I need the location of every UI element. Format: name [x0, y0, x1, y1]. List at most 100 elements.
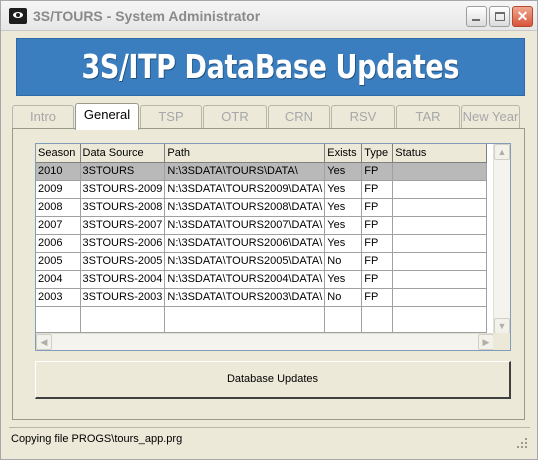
vertical-scrollbar[interactable]: ▲ ▼	[493, 144, 510, 334]
cell-status[interactable]	[392, 180, 488, 199]
title-bar[interactable]: 3S/TOURS - System Administrator ✕	[1, 1, 537, 31]
cell-exists[interactable]: Yes	[324, 216, 363, 235]
cell-status[interactable]	[392, 270, 488, 289]
cell-exists[interactable]: Yes	[324, 270, 363, 289]
resize-grip-icon[interactable]	[516, 437, 528, 449]
cell-empty[interactable]	[392, 306, 488, 333]
cell-data-source[interactable]: 3STOURS-2007	[80, 216, 166, 235]
cell-season[interactable]: 2004	[36, 270, 81, 289]
database-grid[interactable]: Season Data Source Path Exists Type Stat…	[35, 143, 511, 351]
cell-type[interactable]: FP	[361, 198, 394, 217]
chevron-down-icon: ▼	[497, 321, 507, 331]
cell-type[interactable]: FP	[361, 216, 394, 235]
cell-path[interactable]: N:\3SDATA\TOURS2009\DATA\	[164, 180, 326, 199]
cell-empty[interactable]	[164, 306, 326, 333]
cell-path[interactable]: N:\3SDATA\TOURS2003\DATA\	[164, 288, 326, 307]
scroll-left-button[interactable]: ◀	[36, 334, 52, 350]
cell-data-source[interactable]: 3STOURS-2008	[80, 198, 166, 217]
cell-season[interactable]: 2010	[36, 162, 81, 181]
cell-type[interactable]: FP	[361, 270, 394, 289]
chevron-right-icon: ▶	[482, 337, 490, 347]
column-header-exists[interactable]: Exists	[324, 144, 363, 163]
tab-rsv[interactable]: RSV	[331, 105, 395, 129]
cell-season[interactable]: 2006	[36, 234, 81, 253]
app-eye-icon[interactable]	[9, 8, 27, 24]
chevron-up-icon: ▲	[497, 147, 507, 157]
scroll-down-button[interactable]: ▼	[494, 318, 510, 334]
cell-status[interactable]	[392, 162, 488, 181]
cell-path[interactable]: N:\3SDATA\TOURS2005\DATA\	[164, 252, 326, 271]
banner-title: 3S/ITP DataBase Updates	[81, 47, 460, 86]
scroll-up-button[interactable]: ▲	[494, 144, 510, 160]
tab-tsp[interactable]: TSP	[140, 105, 202, 129]
cell-exists[interactable]: Yes	[324, 234, 363, 253]
column-header-status[interactable]: Status	[392, 144, 488, 163]
cell-type[interactable]: FP	[361, 234, 394, 253]
cell-type[interactable]: FP	[361, 162, 394, 181]
cell-exists[interactable]: Yes	[324, 180, 363, 199]
cell-status[interactable]	[392, 252, 488, 271]
table-row[interactable]: 2003 3STOURS-2003 N:\3SDATA\TOURS2003\DA…	[36, 288, 488, 307]
cell-season[interactable]: 2009	[36, 180, 81, 199]
client-area: 3S/ITP DataBase Updates Intro General TS…	[9, 33, 530, 421]
tab-otr[interactable]: OTR	[203, 105, 267, 129]
table-row[interactable]: 2007 3STOURS-2007 N:\3SDATA\TOURS2007\DA…	[36, 216, 488, 235]
cell-status[interactable]	[392, 234, 488, 253]
tab-general[interactable]: General	[75, 103, 139, 130]
cell-season[interactable]: 2003	[36, 288, 81, 307]
cell-path[interactable]: N:\3SDATA\TOURS2008\DATA\	[164, 198, 326, 217]
cell-exists[interactable]: Yes	[324, 198, 363, 217]
window-title: 3S/TOURS - System Administrator	[33, 8, 261, 24]
cell-data-source[interactable]: 3STOURS-2006	[80, 234, 166, 253]
table-row-empty[interactable]	[36, 306, 488, 333]
cell-path[interactable]: N:\3SDATA\TOURS2007\DATA\	[164, 216, 326, 235]
cell-exists[interactable]: Yes	[324, 162, 363, 181]
cell-empty[interactable]	[361, 306, 394, 333]
cell-exists[interactable]: No	[324, 288, 363, 307]
grid-table: Season Data Source Path Exists Type Stat…	[36, 144, 488, 333]
scroll-right-button[interactable]: ▶	[478, 334, 494, 350]
cell-exists[interactable]: No	[324, 252, 363, 271]
cell-empty[interactable]	[80, 306, 166, 333]
application-window: 3S/TOURS - System Administrator ✕ 3S/ITP…	[0, 0, 538, 460]
table-row[interactable]: 2006 3STOURS-2006 N:\3SDATA\TOURS2006\DA…	[36, 234, 488, 253]
cell-type[interactable]: FP	[361, 180, 394, 199]
column-header-season[interactable]: Season	[36, 144, 81, 163]
column-header-path[interactable]: Path	[164, 144, 326, 163]
maximize-button[interactable]	[489, 6, 510, 27]
tab-new-year[interactable]: New Year	[461, 105, 520, 129]
minimize-button[interactable]	[466, 6, 487, 27]
cell-status[interactable]	[392, 216, 488, 235]
column-header-data-source[interactable]: Data Source	[80, 144, 166, 163]
database-updates-button[interactable]: Database Updates	[35, 361, 511, 399]
cell-type[interactable]: FP	[361, 252, 394, 271]
cell-data-source[interactable]: 3STOURS-2003	[80, 288, 166, 307]
cell-season[interactable]: 2007	[36, 216, 81, 235]
tab-crn[interactable]: CRN	[268, 105, 330, 129]
table-row[interactable]: 2009 3STOURS-2009 N:\3SDATA\TOURS2009\DA…	[36, 180, 488, 199]
cell-season[interactable]: 2008	[36, 198, 81, 217]
column-header-type[interactable]: Type	[361, 144, 394, 163]
cell-empty[interactable]	[36, 306, 81, 333]
cell-data-source[interactable]: 3STOURS-2004	[80, 270, 166, 289]
table-row[interactable]: 2005 3STOURS-2005 N:\3SDATA\TOURS2005\DA…	[36, 252, 488, 271]
table-row[interactable]: 2008 3STOURS-2008 N:\3SDATA\TOURS2008\DA…	[36, 198, 488, 217]
cell-empty[interactable]	[324, 306, 363, 333]
cell-status[interactable]	[392, 198, 488, 217]
close-button[interactable]: ✕	[512, 6, 533, 27]
cell-path[interactable]: N:\3SDATA\TOURS\DATA\	[164, 162, 326, 181]
cell-data-source[interactable]: 3STOURS-2005	[80, 252, 166, 271]
cell-path[interactable]: N:\3SDATA\TOURS2004\DATA\	[164, 270, 326, 289]
cell-data-source[interactable]: 3STOURS	[80, 162, 166, 181]
table-row[interactable]: 2004 3STOURS-2004 N:\3SDATA\TOURS2004\DA…	[36, 270, 488, 289]
cell-status[interactable]	[392, 288, 488, 307]
horizontal-scrollbar[interactable]: ◀ ▶	[36, 333, 494, 350]
cell-data-source[interactable]: 3STOURS-2009	[80, 180, 166, 199]
tab-intro[interactable]: Intro	[12, 105, 74, 129]
table-row[interactable]: 2010 3STOURS N:\3SDATA\TOURS\DATA\ Yes F…	[36, 162, 488, 181]
cell-type[interactable]: FP	[361, 288, 394, 307]
cell-path[interactable]: N:\3SDATA\TOURS2006\DATA\	[164, 234, 326, 253]
cell-season[interactable]: 2005	[36, 252, 81, 271]
tab-tar[interactable]: TAR	[396, 105, 460, 129]
chevron-left-icon: ◀	[40, 337, 48, 347]
